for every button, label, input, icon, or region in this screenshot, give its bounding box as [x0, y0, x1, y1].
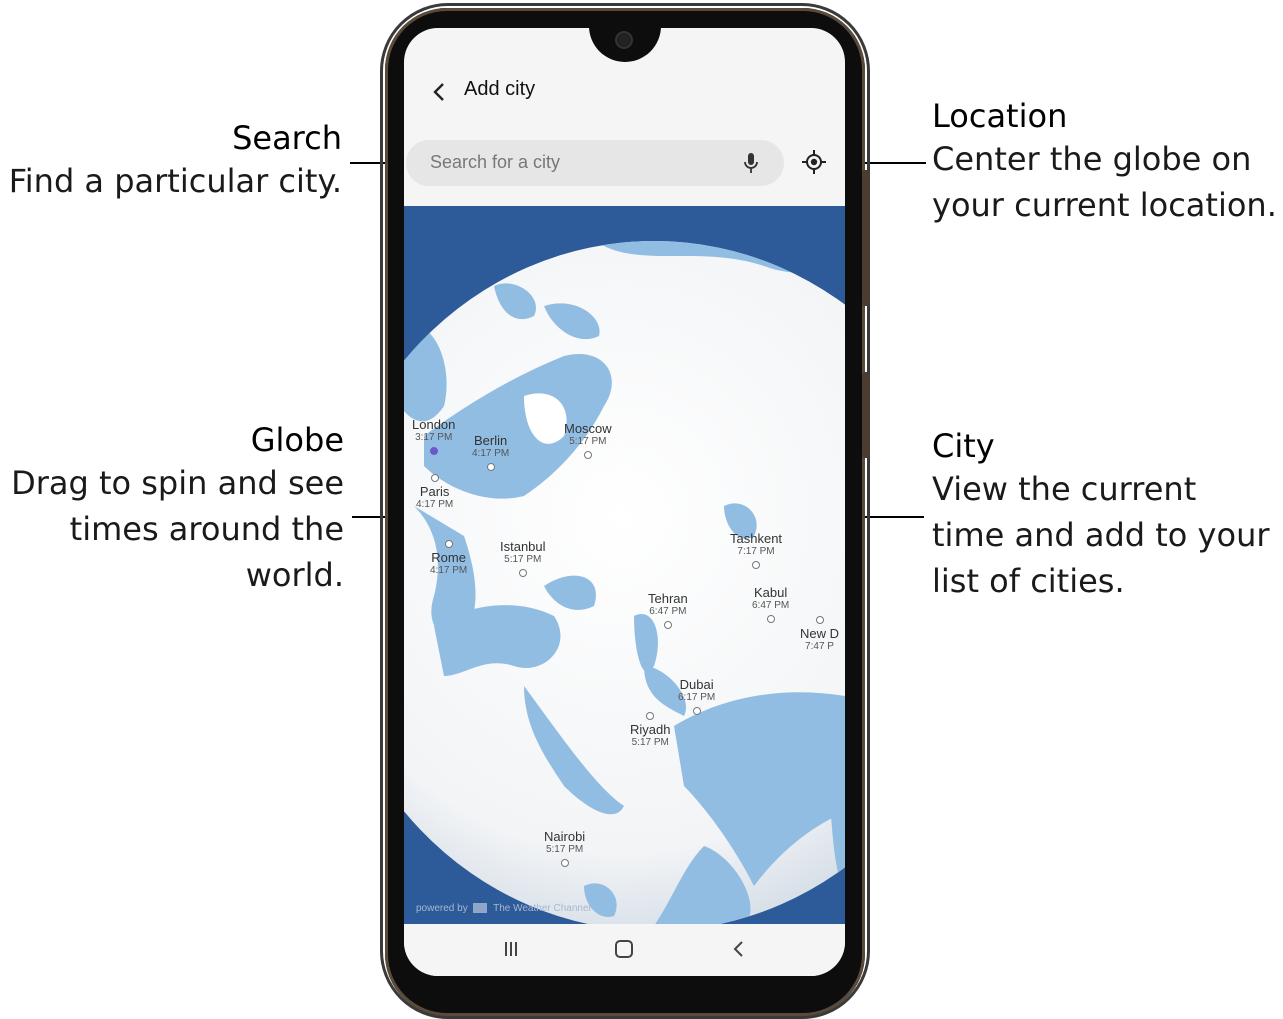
search-callout-title: Search	[232, 119, 342, 157]
city-rome[interactable]: Rome 4:17 PM	[430, 540, 467, 577]
navigation-bar	[404, 924, 845, 976]
globe-callout-desc-2: times around the	[69, 510, 344, 548]
city-riyadh[interactable]: Riyadh 5:17 PM	[630, 712, 670, 749]
city-marker	[646, 712, 655, 720]
city-callout-desc-3: list of cities.	[932, 562, 1125, 600]
globe-map[interactable]: London 3:17 PM Berlin 4:17 PM Moscow 5:1…	[404, 206, 845, 924]
globe-callout-desc-3: world.	[245, 556, 344, 594]
search-callout: Search Find a particular city.	[0, 118, 342, 204]
powered-by: powered by The Weather Channel	[416, 903, 591, 914]
city-callout-desc-2: time and add to your	[932, 516, 1270, 554]
city-tehran[interactable]: Tehran 6:47 PM	[648, 592, 688, 629]
city-marker	[815, 616, 824, 624]
app-header: Add city	[404, 72, 845, 112]
globe-callout-title: Globe	[250, 421, 344, 459]
powered-by-prefix: powered by	[416, 903, 468, 914]
city-marker	[518, 569, 527, 577]
back-icon[interactable]	[732, 939, 746, 959]
city-marker	[766, 615, 775, 623]
phone-screen: Add city Search for a city London 3:17 P…	[404, 28, 845, 976]
weather-channel-logo-icon	[473, 903, 488, 914]
city-callout: City View the current time and add to yo…	[932, 426, 1282, 604]
city-marker	[444, 540, 453, 548]
globe-callout: Globe Drag to spin and see times around …	[0, 420, 344, 598]
location-callout-desc-2: your current location.	[932, 186, 1277, 224]
city-tashkent[interactable]: Tashkent 7:17 PM	[730, 532, 782, 569]
home-icon[interactable]	[615, 940, 633, 958]
city-dubai[interactable]: Dubai 6:17 PM	[678, 678, 715, 715]
chevron-left-icon[interactable]	[428, 78, 450, 106]
location-callout: Location Center the globe on your curren…	[932, 96, 1282, 228]
powered-by-brand: The Weather Channel	[493, 903, 591, 914]
city-berlin[interactable]: Berlin 4:17 PM	[472, 434, 509, 471]
city-marker	[429, 447, 438, 455]
city-callout-title: City	[932, 427, 995, 465]
city-paris[interactable]: Paris 4:17 PM	[416, 474, 453, 511]
city-marker	[486, 463, 495, 471]
search-callout-desc: Find a particular city.	[8, 162, 342, 200]
volume-button	[862, 170, 870, 306]
city-moscow[interactable]: Moscow 5:17 PM	[564, 422, 612, 459]
microphone-icon[interactable]	[742, 151, 760, 175]
location-callout-desc-1: Center the globe on	[932, 140, 1252, 178]
city-marker	[583, 451, 592, 459]
front-camera	[617, 33, 631, 47]
recent-apps-icon[interactable]	[502, 940, 520, 958]
my-location-icon[interactable]	[802, 150, 826, 174]
city-new-delhi[interactable]: New D 7:47 P	[800, 616, 839, 653]
city-london[interactable]: London 3:17 PM	[412, 418, 455, 455]
city-marker	[692, 707, 701, 715]
search-bar[interactable]: Search for a city	[406, 140, 784, 186]
city-kabul[interactable]: Kabul 6:47 PM	[752, 586, 789, 623]
location-callout-title: Location	[932, 97, 1068, 135]
city-marker	[560, 859, 569, 867]
city-marker	[663, 621, 672, 629]
city-istanbul[interactable]: Istanbul 5:17 PM	[500, 540, 546, 577]
city-callout-desc-1: View the current	[932, 470, 1197, 508]
search-input[interactable]: Search for a city	[430, 152, 560, 173]
page-title: Add city	[464, 78, 536, 100]
power-button	[862, 372, 870, 458]
city-nairobi[interactable]: Nairobi 5:17 PM	[544, 830, 585, 867]
city-marker	[752, 561, 761, 569]
globe-callout-desc-1: Drag to spin and see	[11, 464, 344, 502]
city-marker	[430, 474, 439, 482]
